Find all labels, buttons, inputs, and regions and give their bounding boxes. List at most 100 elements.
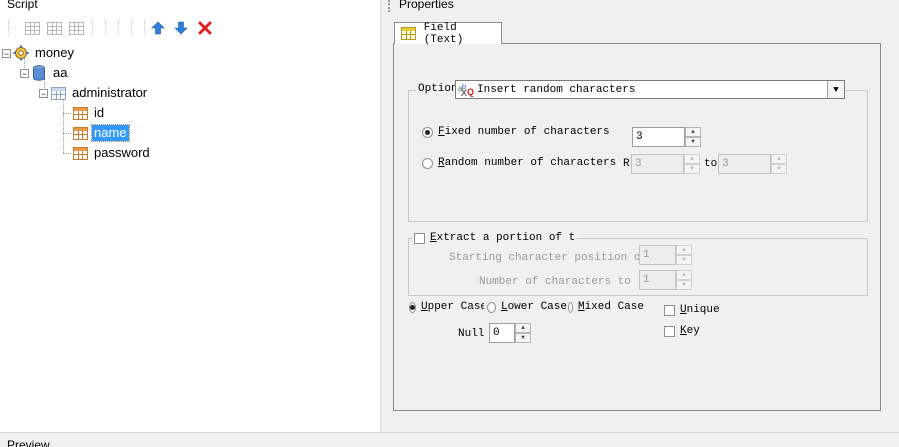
start-position-stepper[interactable]: 1 ▲ ▼ (639, 245, 692, 265)
table-icon (50, 85, 66, 101)
character-count-value[interactable]: 1 (639, 270, 676, 290)
fixed-number-value[interactable]: 3 (632, 127, 685, 147)
unique-label: nique (686, 304, 720, 316)
tree-node-label: administrator (72, 85, 148, 100)
lower-case-radio[interactable]: Lower Case (487, 301, 567, 313)
tab-field-text[interactable]: Field (Text) (394, 21, 502, 46)
tree-node-name[interactable]: name (72, 123, 130, 143)
checkbox-icon (664, 304, 675, 316)
random-to-value[interactable]: 3 (718, 154, 771, 174)
tree-node-password[interactable]: password (72, 143, 152, 163)
tree-node-label-selected: name (91, 124, 130, 142)
spin-down-icon[interactable]: ▼ (684, 164, 700, 174)
script-toolbar (0, 16, 380, 40)
random-to-stepper[interactable]: 3 ▲ ▼ (718, 154, 787, 174)
spin-up-icon[interactable]: ▲ (676, 270, 692, 280)
character-count-stepper[interactable]: 1 ▲ ▼ (639, 270, 692, 290)
upper-case-label: pper Case (427, 301, 484, 313)
null-stepper[interactable]: 0 ▲ ▼ (489, 323, 531, 343)
checkbox-icon (414, 232, 425, 244)
tree-node-money[interactable]: − money (2, 43, 76, 63)
spin-up-icon[interactable]: ▲ (771, 154, 787, 164)
extract-checkbox[interactable]: Extract a portion of t (412, 232, 578, 244)
spin-up-icon[interactable]: ▲ (685, 127, 701, 137)
radio-icon (422, 126, 433, 138)
mixed-case-radio[interactable]: Mixed Case (568, 301, 644, 313)
random-number-label: andom number of characters (444, 157, 617, 169)
tree-node-administrator[interactable]: − administrator (39, 83, 149, 103)
fixed-number-label: ixed number of characters (444, 126, 610, 138)
random-number-radio[interactable]: Random number of characters (422, 157, 616, 169)
script-pane-title: Script (7, 0, 38, 11)
mixed-case-label: ixed Case (584, 301, 644, 313)
field-icon (72, 145, 88, 161)
properties-pane-title: Properties (399, 0, 454, 11)
gear-icon (13, 45, 29, 61)
field-icon (72, 105, 88, 121)
grid-icon[interactable] (67, 19, 85, 37)
properties-pane: Properties Field (Text) Option abXQ Inse… (386, 0, 899, 432)
null-value[interactable]: 0 (489, 323, 515, 343)
collapse-icon[interactable]: − (2, 48, 11, 58)
fixed-number-stepper[interactable]: 3 ▲ ▼ (632, 127, 701, 147)
checkbox-icon (664, 325, 675, 337)
option-value: Insert random characters (477, 83, 636, 96)
spin-down-icon[interactable]: ▼ (771, 164, 787, 174)
random-from-stepper[interactable]: 3 ▲ ▼ (631, 154, 700, 174)
arrow-down-icon[interactable] (172, 19, 190, 37)
key-label: ey (686, 325, 700, 337)
delete-icon[interactable] (196, 19, 214, 37)
arrow-up-icon[interactable] (149, 19, 167, 37)
spin-up-icon[interactable]: ▲ (676, 245, 692, 255)
extract-mnemonic: E (430, 232, 437, 244)
upper-case-radio[interactable]: Upper Case (409, 301, 484, 313)
upper-mnemonic: U (421, 301, 428, 313)
grid-icon[interactable] (23, 19, 41, 37)
tab-panel: Option abXQ Insert random characters ▼ F… (393, 43, 881, 411)
tree-node-label: money (35, 45, 75, 60)
spin-down-icon[interactable]: ▼ (676, 255, 692, 265)
radio-icon (568, 301, 573, 313)
tree-node-label: password (94, 145, 150, 160)
preview-pane-header: Preview (0, 432, 899, 447)
unique-mnemonic: U (680, 304, 687, 316)
key-mnemonic: K (680, 325, 687, 337)
spin-up-icon[interactable]: ▲ (684, 154, 700, 164)
null-label: Null (458, 328, 485, 340)
fixed-number-radio[interactable]: Fixed number of characters (422, 126, 610, 138)
tree-node-id[interactable]: id (72, 103, 106, 123)
key-checkbox[interactable]: Key (664, 325, 700, 337)
spin-down-icon[interactable]: ▼ (685, 137, 701, 147)
random-to-label: to (704, 158, 718, 170)
random-from-value[interactable]: 3 (631, 154, 684, 174)
radio-icon (422, 157, 433, 169)
spin-down-icon[interactable]: ▼ (676, 280, 692, 290)
start-position-value[interactable]: 1 (639, 245, 676, 265)
tree-node-label: id (94, 105, 105, 120)
svg-text:Q: Q (467, 87, 474, 97)
tree-node-aa[interactable]: − aa (20, 63, 69, 83)
collapse-icon[interactable]: − (39, 88, 48, 98)
random-chars-icon: abXQ (458, 83, 474, 97)
extract-group (408, 238, 868, 296)
collapse-icon[interactable]: − (20, 68, 29, 78)
random-from-prefix: R (623, 158, 630, 170)
fixed-mnemonic: F (438, 126, 445, 138)
spin-down-icon[interactable]: ▼ (515, 333, 531, 343)
field-icon (72, 125, 88, 141)
tab-label: Field (Text) (423, 21, 464, 46)
radio-icon (487, 301, 496, 313)
mixed-mnemonic: M (577, 301, 585, 313)
grid-icon[interactable] (45, 19, 63, 37)
tree-node-label: aa (53, 65, 68, 80)
random-mnemonic: R (438, 157, 445, 169)
grip-handle[interactable] (388, 0, 392, 12)
lower-case-label: ower Case (507, 301, 567, 313)
script-pane: Script − money − aa − administrator id n… (0, 0, 380, 432)
option-dropdown[interactable]: abXQ Insert random characters ▼ (455, 80, 845, 99)
unique-checkbox[interactable]: Unique (664, 304, 720, 316)
lower-mnemonic: L (500, 301, 508, 313)
radio-icon (409, 301, 416, 313)
chevron-down-icon[interactable]: ▼ (827, 81, 844, 98)
spin-up-icon[interactable]: ▲ (515, 323, 531, 333)
